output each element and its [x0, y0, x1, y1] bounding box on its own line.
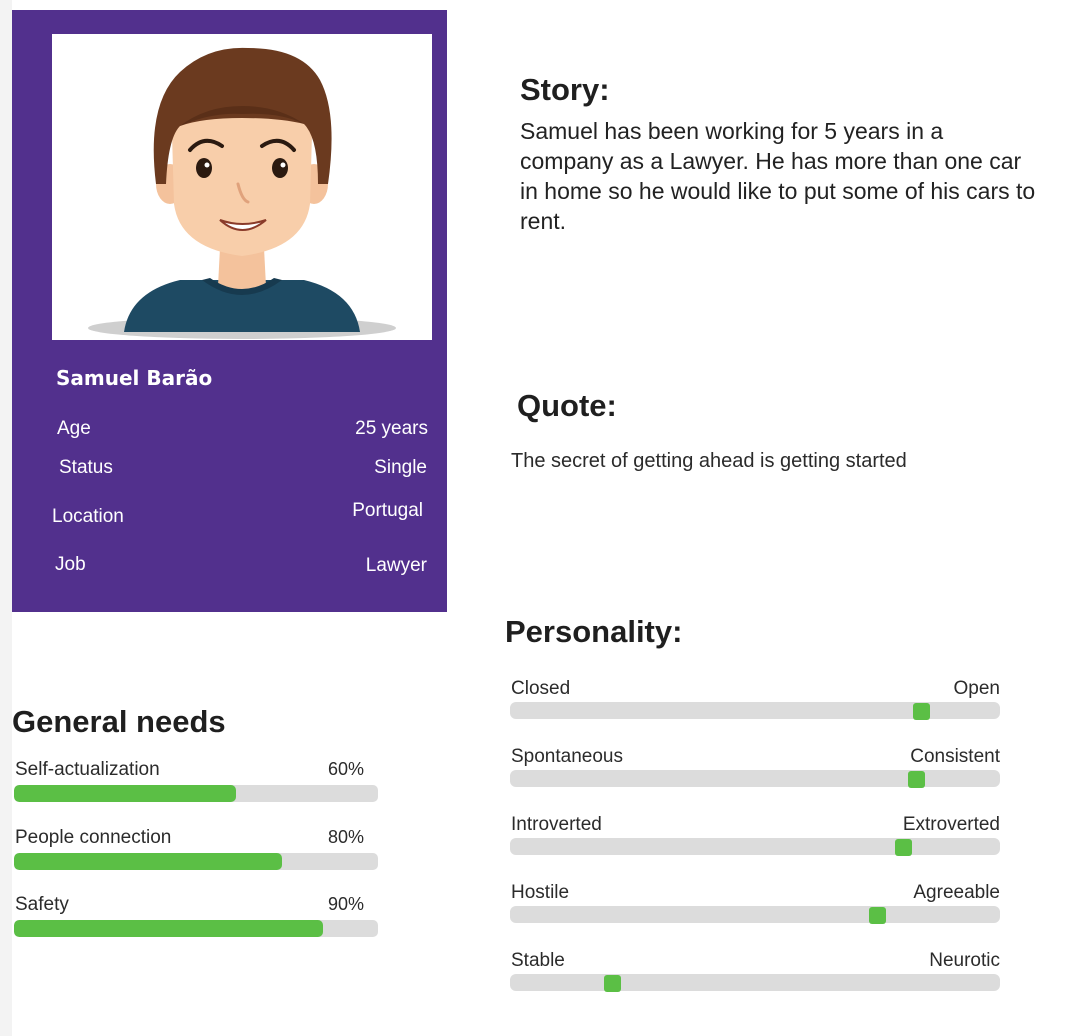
trait-slider-track	[510, 974, 1000, 992]
trait-hostile-agreeable: Hostile Agreeable	[510, 882, 1000, 938]
trait-left-label: Spontaneous	[511, 746, 623, 767]
need-percent: 80%	[327, 827, 364, 847]
general-needs-heading: General needs	[12, 704, 226, 739]
trait-right-label: Neurotic	[929, 950, 1000, 971]
need-label: Self-actualization	[15, 759, 160, 780]
trait-slider-knob	[907, 771, 925, 788]
quote-text: The secret of getting ahead is getting s…	[511, 450, 907, 472]
avatar-illustration-icon	[88, 47, 396, 339]
trait-slider-knob	[868, 907, 886, 924]
profile-photo	[52, 34, 432, 340]
trait-slider-knob	[895, 839, 913, 856]
need-progress-fill	[14, 920, 324, 937]
profile-card: Samuel Barão Age 25 years Status Single …	[12, 10, 447, 612]
need-percent: 60%	[327, 759, 364, 779]
trait-right-label: Consistent	[910, 746, 1000, 767]
story-heading: Story:	[520, 72, 610, 107]
trait-slider-knob	[912, 703, 930, 720]
age-value: 25 years	[355, 418, 428, 439]
age-label: Age	[57, 418, 91, 439]
need-people-connection: People connection 80%	[14, 827, 378, 887]
need-progress-fill	[14, 785, 237, 802]
need-percent: 90%	[327, 894, 364, 914]
job-label: Job	[55, 554, 86, 575]
need-progress-bar	[14, 920, 378, 937]
need-progress-bar	[14, 853, 378, 870]
trait-right-label: Open	[953, 678, 1000, 699]
need-label: Safety	[15, 894, 69, 915]
trait-spontaneous-consistent: Spontaneous Consistent	[510, 746, 1000, 802]
need-label: People connection	[15, 827, 172, 848]
trait-closed-open: Closed Open	[510, 678, 1000, 734]
need-safety: Safety 90%	[14, 894, 378, 954]
need-self-actualization: Self-actualization 60%	[14, 759, 378, 819]
trait-slider-track	[510, 906, 1000, 924]
trait-slider-knob	[603, 975, 621, 992]
trait-slider-track	[510, 702, 1000, 720]
story-text: Samuel has been working for 5 years in a…	[520, 118, 1036, 234]
trait-left-label: Hostile	[511, 882, 570, 903]
trait-right-label: Agreeable	[913, 882, 1000, 903]
need-progress-bar	[14, 785, 378, 802]
trait-left-label: Introverted	[511, 814, 602, 835]
job-value: Lawyer	[365, 555, 427, 576]
location-label: Location	[52, 506, 124, 527]
trait-slider-track	[510, 770, 1000, 788]
trait-introverted-extroverted: Introverted Extroverted	[510, 814, 1000, 870]
trait-stable-neurotic: Stable Neurotic	[510, 950, 1000, 1006]
location-value: Portugal	[352, 500, 423, 521]
quote-heading: Quote:	[517, 388, 617, 423]
persona-name: Samuel Barão	[56, 366, 213, 390]
trait-right-label: Extroverted	[902, 814, 1000, 835]
personality-heading: Personality:	[505, 614, 683, 649]
need-progress-fill	[14, 853, 282, 870]
status-value: Single	[374, 457, 427, 478]
page-edge	[0, 0, 12, 1036]
trait-slider-track	[510, 838, 1000, 856]
status-label: Status	[59, 457, 113, 478]
trait-left-label: Closed	[511, 678, 571, 699]
trait-left-label: Stable	[511, 950, 565, 971]
